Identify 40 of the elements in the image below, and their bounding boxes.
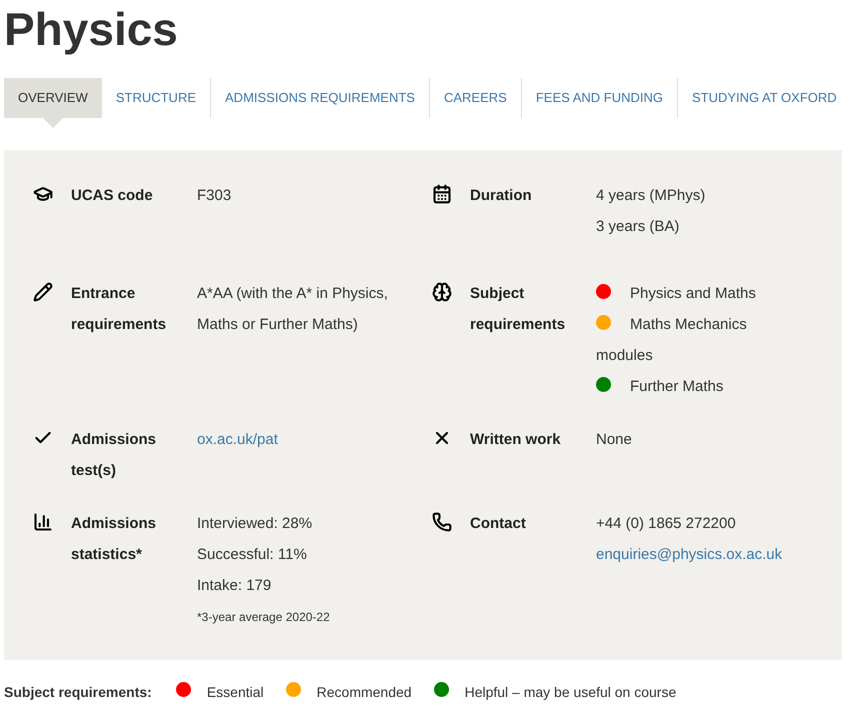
tab-pointer <box>42 118 63 128</box>
phone-icon <box>432 512 452 532</box>
tab[interactable]: OVERVIEW <box>4 78 102 118</box>
legend-title: Subject requirements: <box>4 683 152 702</box>
legend-label: Helpful – may be useful on course <box>464 683 676 702</box>
field-value: A*AA (with the A* in Physics, Maths or Further Maths) <box>197 284 389 335</box>
field-value: None <box>596 430 633 450</box>
link[interactable]: ox.ac.uk/pat <box>197 431 278 448</box>
field-label: Subject requirements <box>470 284 566 335</box>
tab[interactable]: ADMISSIONS REQUIREMENTS <box>211 78 429 118</box>
pencil-icon <box>33 282 53 302</box>
field-value: Further Maths <box>630 378 724 395</box>
field-value: Maths Mechanics modules <box>596 316 747 364</box>
field-label: UCAS code <box>71 186 154 206</box>
footnote: *3-year average 2020-22 <box>197 609 331 626</box>
tab[interactable]: CAREERS <box>430 78 521 118</box>
calendar-icon <box>432 184 452 204</box>
legend-label: Essential <box>206 683 264 702</box>
field-label: Contact <box>470 514 527 534</box>
field-value: +44 (0) 1865 272200 <box>596 514 737 534</box>
field-value: Successful: 11% <box>197 545 308 565</box>
field-label: Entrance requirements <box>71 284 168 335</box>
tab[interactable]: STRUCTURE <box>102 78 210 118</box>
field-value: 4 years (MPhys) <box>596 186 706 206</box>
link[interactable]: enquiries@physics.ox.ac.uk <box>596 546 782 563</box>
field-label: Admissions test(s) <box>71 430 158 481</box>
bar-chart-icon <box>33 512 53 532</box>
tab[interactable]: FEES AND FUNDING <box>522 78 677 118</box>
field-label: Admissions statistics* <box>71 514 158 565</box>
field-value: F303 <box>197 186 232 206</box>
field-label: Duration <box>470 186 533 206</box>
field-value: Physics and Maths <box>630 285 756 302</box>
tab[interactable]: STUDYING AT OXFORD <box>678 78 851 118</box>
field-value: Intake: 179 <box>197 576 272 596</box>
field-label: Written work <box>470 430 562 450</box>
legend-label: Recommended <box>316 683 412 702</box>
page-title: Physics <box>4 2 179 57</box>
graduation-cap-icon <box>33 184 53 204</box>
field-value: 3 years (BA) <box>596 217 680 237</box>
field-value: Interviewed: 28% <box>197 514 314 534</box>
